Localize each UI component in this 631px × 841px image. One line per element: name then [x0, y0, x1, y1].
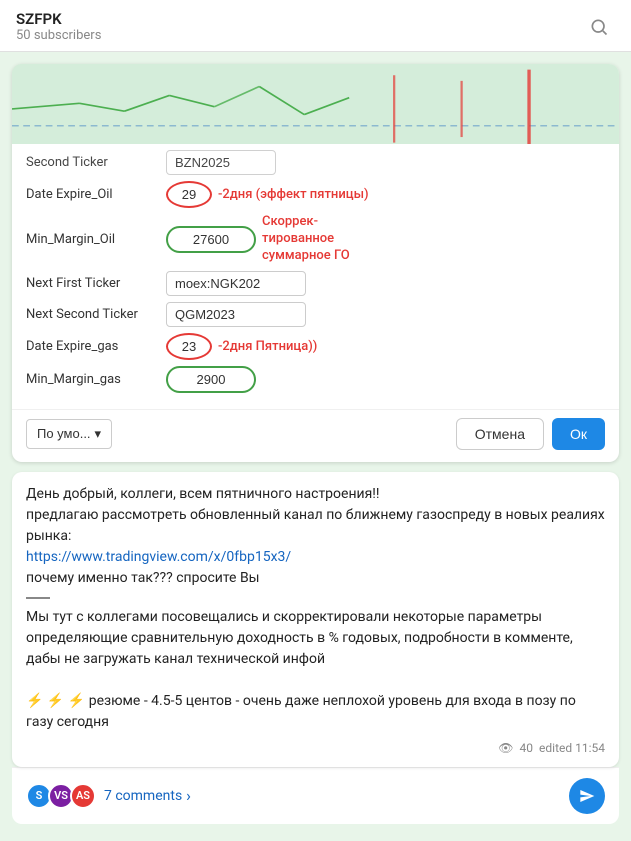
channel-subscribers: 50 subscribers — [16, 28, 101, 43]
min-margin-oil-label: Min_Margin_Oil — [26, 232, 166, 247]
chevron-down-icon: ▾ — [95, 426, 102, 442]
dialog-actions: Отмена Ок — [456, 418, 605, 450]
views-count: 40 — [520, 739, 534, 757]
comments-count[interactable]: 7 comments — [104, 788, 182, 804]
message-link[interactable]: https://www.tradingview.com/x/0fbp15x3/ — [26, 549, 291, 565]
edited-label: edited 11:54 — [539, 739, 605, 757]
message-bubble: День добрый, коллеги, всем пятничного на… — [12, 472, 619, 767]
date-expire-gas-annotation: -2дня Пятница)) — [218, 339, 317, 354]
ok-button[interactable]: Ок — [552, 418, 605, 450]
partial-ticker-input[interactable] — [166, 150, 276, 175]
avatar-as: AS — [70, 783, 96, 809]
next-first-ticker-row: Next First Ticker — [26, 271, 605, 296]
min-margin-oil-row: Min_Margin_Oil Скоррек-тированноесуммарн… — [26, 214, 605, 265]
dialog-footer: По умо... ▾ Отмена Ок — [12, 409, 619, 462]
channel-header: SZFPK 50 subscribers — [0, 0, 631, 52]
message-text-3: почему именно так??? спросите Вы — [26, 570, 260, 586]
dialog-card: Second Ticker Date Expire_Oil -2дня (эфф… — [12, 64, 619, 462]
date-expire-oil-annotation: -2дня (эффект пятницы) — [218, 187, 369, 202]
form-body: Second Ticker Date Expire_Oil -2дня (эфф… — [12, 144, 619, 409]
min-margin-oil-annotation: Скоррек-тированноесуммарное ГО — [262, 214, 350, 265]
search-button[interactable] — [583, 11, 615, 43]
min-margin-gas-input[interactable] — [166, 366, 256, 393]
date-expire-gas-input[interactable] — [166, 333, 212, 360]
comments-left[interactable]: S VS AS 7 comments › — [26, 783, 191, 809]
channel-info: SZFPK 50 subscribers — [16, 10, 101, 43]
next-second-ticker-row: Next Second Ticker — [26, 302, 605, 327]
cancel-button[interactable]: Отмена — [456, 418, 544, 450]
min-margin-oil-input[interactable] — [166, 226, 256, 253]
date-expire-gas-row: Date Expire_gas -2дня Пятница)) — [26, 333, 605, 360]
message-text-5: ⚡ ⚡ ⚡ резюме - 4.5-5 центов - очень даже… — [26, 693, 576, 730]
message-text-2: предлагаю рассмотреть обновленный канал … — [26, 507, 605, 544]
min-margin-gas-label: Min_Margin_gas — [26, 372, 166, 387]
message-area: Second Ticker Date Expire_Oil -2дня (эфф… — [0, 52, 631, 836]
avatars-group: S VS AS — [26, 783, 96, 809]
views-eye-icon: 👁 — [498, 739, 513, 757]
date-expire-oil-input[interactable] — [166, 181, 212, 208]
next-first-ticker-input[interactable] — [166, 271, 306, 296]
dropdown-label: По умо... — [37, 426, 91, 441]
message-text-1: День добрый, коллеги, всем пятничного на… — [26, 486, 380, 502]
chevron-right-icon: › — [186, 786, 191, 805]
date-expire-oil-label: Date Expire_Oil — [26, 187, 166, 202]
next-second-ticker-label: Next Second Ticker — [26, 307, 166, 322]
channel-name: SZFPK — [16, 10, 101, 28]
min-margin-gas-row: Min_Margin_gas — [26, 366, 605, 393]
default-dropdown[interactable]: По умо... ▾ — [26, 419, 112, 449]
date-expire-gas-label: Date Expire_gas — [26, 339, 166, 354]
message-meta: 👁 40 edited 11:54 — [26, 739, 605, 757]
next-first-ticker-label: Next First Ticker — [26, 276, 166, 291]
chart-area — [12, 64, 619, 144]
message-divider — [26, 597, 50, 599]
date-expire-oil-row: Date Expire_Oil -2дня (эффект пятницы) — [26, 181, 605, 208]
next-second-ticker-input[interactable] — [166, 302, 306, 327]
partial-label: Second Ticker — [26, 155, 166, 170]
partial-ticker-row: Second Ticker — [26, 150, 605, 175]
forward-button[interactable] — [569, 778, 605, 814]
message-text-4: Мы тут с коллегами посовещались и скорре… — [26, 609, 573, 667]
